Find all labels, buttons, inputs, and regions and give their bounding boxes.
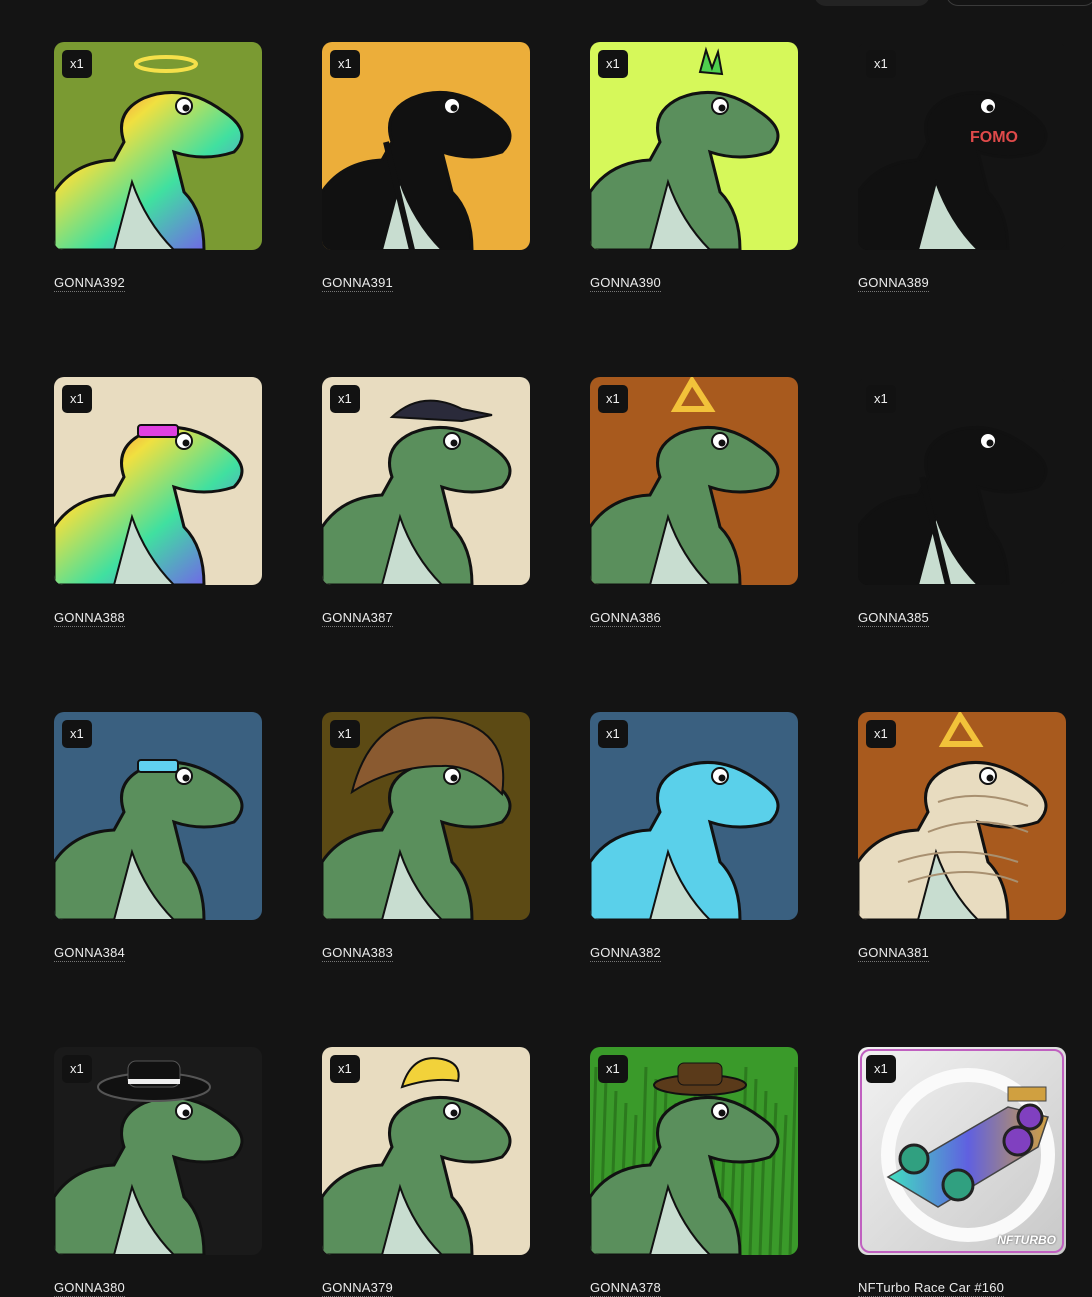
top-filter-pill[interactable] (814, 0, 930, 6)
quantity-badge: x1 (62, 385, 92, 413)
nft-card[interactable]: x1 GONNA381 (858, 712, 1066, 962)
nft-name-link[interactable]: GONNA392 (54, 275, 125, 292)
nft-name-link[interactable]: GONNA378 (590, 1280, 661, 1297)
nft-name-link[interactable]: GONNA385 (858, 610, 929, 627)
nft-name-link[interactable]: GONNA387 (322, 610, 393, 627)
nft-name-link[interactable]: GONNA391 (322, 275, 393, 292)
nft-name-link[interactable]: GONNA390 (590, 275, 661, 292)
quantity-badge: x1 (866, 1055, 896, 1083)
quantity-badge: x1 (866, 720, 896, 748)
nft-name-link[interactable]: GONNA382 (590, 945, 661, 962)
quantity-badge: x1 (866, 385, 896, 413)
nft-card[interactable]: x1 GONNA388 (54, 377, 262, 627)
quantity-badge: x1 (330, 1055, 360, 1083)
nft-thumbnail[interactable]: x1 (54, 42, 262, 250)
nft-thumbnail[interactable]: x1 (858, 712, 1066, 920)
nft-thumbnail[interactable]: x1 (322, 42, 530, 250)
nft-thumbnail[interactable]: x1 (858, 377, 1066, 585)
nft-thumbnail[interactable]: x1 (54, 377, 262, 585)
quantity-badge: x1 (62, 50, 92, 78)
nft-card[interactable]: x1 GONNA380 (54, 1047, 262, 1297)
nft-card[interactable]: x1 GONNA382 (590, 712, 798, 962)
nft-card[interactable]: x1 GONNA392 (54, 42, 262, 292)
nft-thumbnail[interactable]: FOMO x1 (858, 42, 1066, 250)
nft-name-link[interactable]: NFTurbo Race Car #160 (858, 1280, 1005, 1297)
nft-thumbnail[interactable]: x1 (322, 377, 530, 585)
nft-card[interactable]: x1 GONNA390 (590, 42, 798, 292)
quantity-badge: x1 (598, 50, 628, 78)
nft-card[interactable]: x1 GONNA385 (858, 377, 1066, 627)
nft-thumbnail[interactable]: x1 (322, 712, 530, 920)
nfturbo-logo: NFTURBO (997, 1233, 1056, 1247)
nft-card[interactable]: x1 GONNA378 (590, 1047, 798, 1297)
nft-card[interactable]: x1 NFTURBO NFTurbo Race Car #160 (858, 1047, 1066, 1297)
nft-card[interactable]: x1 GONNA384 (54, 712, 262, 962)
top-sort-pill[interactable] (946, 0, 1092, 6)
nft-thumbnail[interactable]: x1 (322, 1047, 530, 1255)
nft-name-link[interactable]: GONNA380 (54, 1280, 125, 1297)
nft-card[interactable]: FOMO x1 GONNA389 (858, 42, 1066, 292)
nft-card[interactable]: x1 GONNA379 (322, 1047, 530, 1297)
nft-thumbnail[interactable]: x1 (590, 42, 798, 250)
svg-text:FOMO: FOMO (970, 129, 1018, 146)
nft-card[interactable]: x1 GONNA391 (322, 42, 530, 292)
nft-card[interactable]: x1 GONNA383 (322, 712, 530, 962)
nft-name-link[interactable]: GONNA386 (590, 610, 661, 627)
nft-name-link[interactable]: GONNA388 (54, 610, 125, 627)
nft-thumbnail[interactable]: x1 (590, 377, 798, 585)
nft-card[interactable]: x1 GONNA386 (590, 377, 798, 627)
nft-card[interactable]: x1 GONNA387 (322, 377, 530, 627)
quantity-badge: x1 (866, 50, 896, 78)
collectibles-grid: x1 GONNA392 x1 GONNA391 x1 GONNA390 FOMO x1 GONN… (54, 42, 1066, 1297)
nft-name-link[interactable]: GONNA383 (322, 945, 393, 962)
nft-thumbnail[interactable]: x1 (54, 1047, 262, 1255)
quantity-badge: x1 (598, 385, 628, 413)
quantity-badge: x1 (330, 720, 360, 748)
quantity-badge: x1 (62, 720, 92, 748)
nft-name-link[interactable]: GONNA384 (54, 945, 125, 962)
quantity-badge: x1 (330, 50, 360, 78)
nft-name-link[interactable]: GONNA381 (858, 945, 929, 962)
nft-thumbnail[interactable]: x1 (590, 1047, 798, 1255)
quantity-badge: x1 (62, 1055, 92, 1083)
quantity-badge: x1 (598, 1055, 628, 1083)
quantity-badge: x1 (330, 385, 360, 413)
nft-thumbnail[interactable]: x1 (590, 712, 798, 920)
nft-thumbnail[interactable]: x1 (54, 712, 262, 920)
nft-name-link[interactable]: GONNA389 (858, 275, 929, 292)
quantity-badge: x1 (598, 720, 628, 748)
nft-thumbnail[interactable]: x1 NFTURBO (858, 1047, 1066, 1255)
nft-name-link[interactable]: GONNA379 (322, 1280, 393, 1297)
